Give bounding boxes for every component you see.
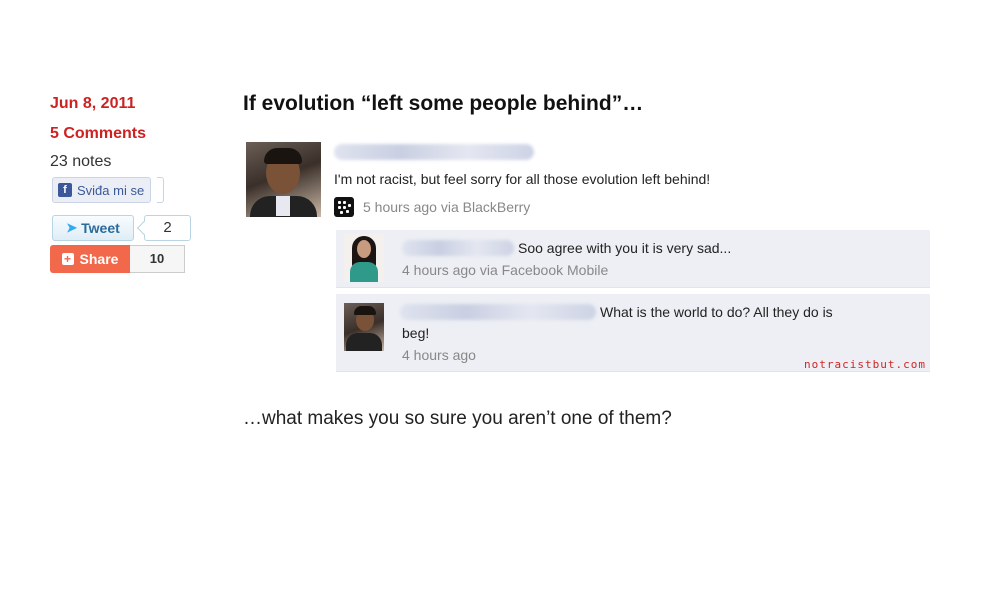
comment-time: 4 hours ago [402, 347, 476, 363]
redacted-poster-name [334, 144, 534, 160]
post-title[interactable]: If evolution “left some people behind”… [243, 90, 643, 118]
status-meta-text: 5 hours ago via BlackBerry [363, 199, 531, 215]
redacted-commenter-name [402, 240, 514, 256]
watermark: notracistbut.com [804, 358, 926, 371]
tweet-button[interactable]: ➤ Tweet [52, 215, 134, 241]
blackberry-icon [334, 197, 354, 217]
commenter-avatar [344, 234, 384, 282]
facebook-like-button[interactable]: f Sviđa mi se [52, 177, 152, 203]
post-date[interactable]: Jun 8, 2011 [50, 93, 210, 115]
share-plus-icon: + [61, 253, 74, 265]
share-count: 10 [130, 245, 185, 273]
tweet-count: 2 [144, 215, 191, 241]
comments-link[interactable]: 5 Comments [50, 123, 210, 145]
post-closing-line: …what makes you so sure you aren’t one o… [243, 408, 672, 429]
status-text: I'm not racist, but feel sorry for all t… [334, 171, 711, 187]
status-meta: 5 hours ago via BlackBerry [334, 197, 531, 217]
tweet-label: Tweet [81, 220, 120, 236]
share-widget: + Share 10 [50, 245, 185, 273]
share-label: Share [79, 251, 119, 267]
commenter-avatar [344, 303, 384, 351]
poster-avatar [246, 142, 321, 217]
notes-count[interactable]: 23 notes [50, 152, 210, 172]
redacted-commenter-name [400, 304, 596, 320]
twitter-bird-icon: ➤ [66, 220, 78, 235]
post-meta-sidebar: Jun 8, 2011 5 Comments 23 notes [50, 93, 210, 172]
facebook-like-count [157, 177, 165, 203]
comment-text-line2: beg! [402, 325, 430, 341]
facebook-like-widget: f Sviđa mi se [52, 177, 165, 203]
comment-text: Soo agree with you it is very sad... [518, 240, 732, 256]
facebook-f-icon: f [58, 183, 72, 197]
comment-item: Soo agree with you it is very sad... 4 h… [336, 230, 930, 288]
comment-time: 4 hours ago via Facebook Mobile [402, 262, 609, 278]
comment-text-line1: What is the world to do? All they do is [600, 304, 833, 320]
share-button[interactable]: + Share [50, 245, 130, 273]
tweet-widget: ➤ Tweet 2 [52, 215, 191, 241]
comment-item: What is the world to do? All they do is … [336, 294, 930, 372]
facebook-like-label: Sviđa mi se [77, 182, 145, 198]
